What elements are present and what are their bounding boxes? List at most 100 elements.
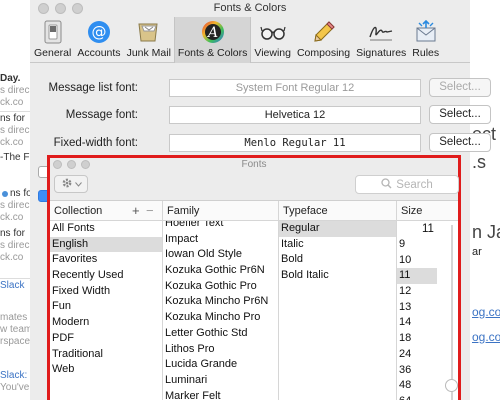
- background-message-view: ect .s n Ja ar og.com og.com: [470, 0, 500, 400]
- size-item-selected[interactable]: 11: [397, 268, 437, 285]
- fixed-width-font-row: Fixed-width font:: [30, 135, 138, 153]
- size-item[interactable]: 48: [397, 378, 437, 394]
- bg-line: s direc: [0, 200, 30, 211]
- collection-item[interactable]: Traditional: [50, 347, 162, 363]
- zoom-panel-button[interactable]: [81, 160, 90, 169]
- family-item[interactable]: Impact: [163, 232, 278, 248]
- bg-line: s direc: [0, 125, 30, 136]
- rules-icon: [413, 19, 439, 45]
- size-item[interactable]: 13: [397, 300, 437, 316]
- zoom-window-button[interactable]: [72, 3, 83, 14]
- tab-junk-mail[interactable]: Junk Mail: [124, 17, 174, 63]
- family-item[interactable]: Kozuka Mincho Pr6N: [163, 294, 278, 310]
- collection-item[interactable]: Fun: [50, 299, 162, 315]
- size-item[interactable]: 14: [397, 315, 437, 331]
- typeface-item[interactable]: Bold Italic: [279, 268, 396, 284]
- size-item[interactable]: 36: [397, 363, 437, 379]
- family-item[interactable]: Lithos Pro: [163, 342, 278, 358]
- bg-text: ar: [472, 246, 482, 258]
- collection-header: Collection + −: [50, 201, 162, 221]
- collection-item[interactable]: All Fonts: [50, 221, 162, 237]
- size-item[interactable]: 24: [397, 347, 437, 363]
- size-input[interactable]: 11: [422, 223, 442, 237]
- bg-line: ck.co: [0, 252, 24, 263]
- fixed-width-font-field: Menlo Regular 11: [169, 134, 421, 152]
- bg-link[interactable]: og.com: [472, 330, 500, 344]
- bg-divider: [0, 278, 30, 279]
- unread-dot: [2, 191, 8, 197]
- junk-mail-icon: [136, 19, 162, 45]
- tab-viewing[interactable]: Viewing: [251, 17, 294, 63]
- tab-label: Fonts & Colors: [177, 47, 248, 59]
- tab-label: Composing: [296, 47, 351, 59]
- collection-item[interactable]: Modern: [50, 315, 162, 331]
- bg-line: ck.co: [0, 97, 24, 108]
- pencil-icon: [311, 19, 337, 45]
- search-icon: [381, 177, 392, 192]
- fixed-width-select-button[interactable]: Select...: [429, 133, 491, 152]
- chevron-down-icon: [74, 178, 82, 190]
- collection-item[interactable]: Fixed Width: [50, 284, 162, 300]
- bg-line: ck.co: [0, 212, 24, 223]
- family-item[interactable]: Lucida Grande: [163, 357, 278, 373]
- bg-line: Slack: [0, 280, 25, 291]
- size-slider-track[interactable]: [451, 225, 453, 400]
- family-item[interactable]: Kozuka Mincho Pro: [163, 310, 278, 326]
- message-font-field: Helvetica 12: [169, 106, 421, 124]
- remove-collection-button[interactable]: −: [146, 201, 154, 221]
- tab-rules[interactable]: Rules: [409, 17, 442, 63]
- collection-item[interactable]: Web: [50, 362, 162, 378]
- family-item[interactable]: Iowan Old Style: [163, 247, 278, 263]
- action-menu-button[interactable]: [54, 175, 88, 193]
- close-window-button[interactable]: [38, 3, 49, 14]
- bg-line: w teamm: [0, 324, 30, 335]
- tab-signatures[interactable]: Signatures: [353, 17, 409, 63]
- size-item[interactable]: 12: [397, 284, 437, 300]
- fixed-width-font-label: Fixed-width font:: [53, 137, 138, 149]
- collection-item[interactable]: Favorites: [50, 252, 162, 268]
- collection-item[interactable]: PDF: [50, 331, 162, 347]
- panel-controls: [53, 160, 90, 169]
- family-item[interactable]: Luminari: [163, 373, 278, 389]
- minimize-panel-button[interactable]: [67, 160, 76, 169]
- tab-label: Accounts: [77, 47, 121, 59]
- family-item[interactable]: Kozuka Gothic Pro: [163, 279, 278, 295]
- size-item[interactable]: 10: [397, 253, 437, 269]
- tab-composing[interactable]: Composing: [294, 17, 353, 63]
- collection-item[interactable]: Recently Used: [50, 268, 162, 284]
- minimize-window-button[interactable]: [55, 3, 66, 14]
- tab-fonts-colors[interactable]: A Fonts & Colors: [173, 17, 252, 63]
- typeface-header: Typeface: [279, 201, 396, 221]
- bg-line: You've: [0, 382, 30, 393]
- typeface-item[interactable]: Italic: [279, 237, 396, 253]
- close-panel-button[interactable]: [53, 160, 62, 169]
- switch-icon: [40, 19, 66, 45]
- size-slider-knob[interactable]: [445, 379, 458, 392]
- glasses-icon: [260, 19, 286, 45]
- bg-link[interactable]: og.com: [472, 305, 500, 319]
- preferences-window: Fonts & Colors General @ Accounts Junk M…: [30, 0, 491, 400]
- fonts-panel-titlebar: Fonts: [50, 158, 458, 172]
- size-item[interactable]: 9: [397, 237, 437, 253]
- message-select-button[interactable]: Select...: [429, 105, 491, 124]
- signature-icon: [368, 19, 394, 45]
- typeface-item-selected[interactable]: Regular: [279, 221, 396, 237]
- tab-accounts[interactable]: @ Accounts: [74, 17, 123, 63]
- tab-label: Junk Mail: [126, 47, 171, 59]
- message-list-select-button[interactable]: Select...: [429, 78, 491, 97]
- typeface-list: Regular Italic Bold Bold Italic: [279, 221, 396, 284]
- family-item[interactable]: Kozuka Gothic Pr6N: [163, 263, 278, 279]
- size-item[interactable]: 64: [397, 394, 437, 400]
- size-item[interactable]: 18: [397, 331, 437, 347]
- font-search-field[interactable]: Search: [355, 175, 459, 194]
- bg-line: mates to: [0, 312, 30, 323]
- add-collection-button[interactable]: +: [132, 201, 140, 221]
- family-item[interactable]: Letter Gothic Std: [163, 326, 278, 342]
- typeface-item[interactable]: Bold: [279, 252, 396, 268]
- font-browser: Collection + − All Fonts English Favorit…: [50, 200, 458, 400]
- collection-item-selected[interactable]: English: [50, 236, 162, 253]
- tab-general[interactable]: General: [31, 17, 74, 63]
- message-list-font-field: System Font Regular 12: [169, 79, 421, 97]
- family-item[interactable]: Marker Felt: [163, 389, 278, 400]
- fonts-colors-icon: A: [200, 19, 226, 45]
